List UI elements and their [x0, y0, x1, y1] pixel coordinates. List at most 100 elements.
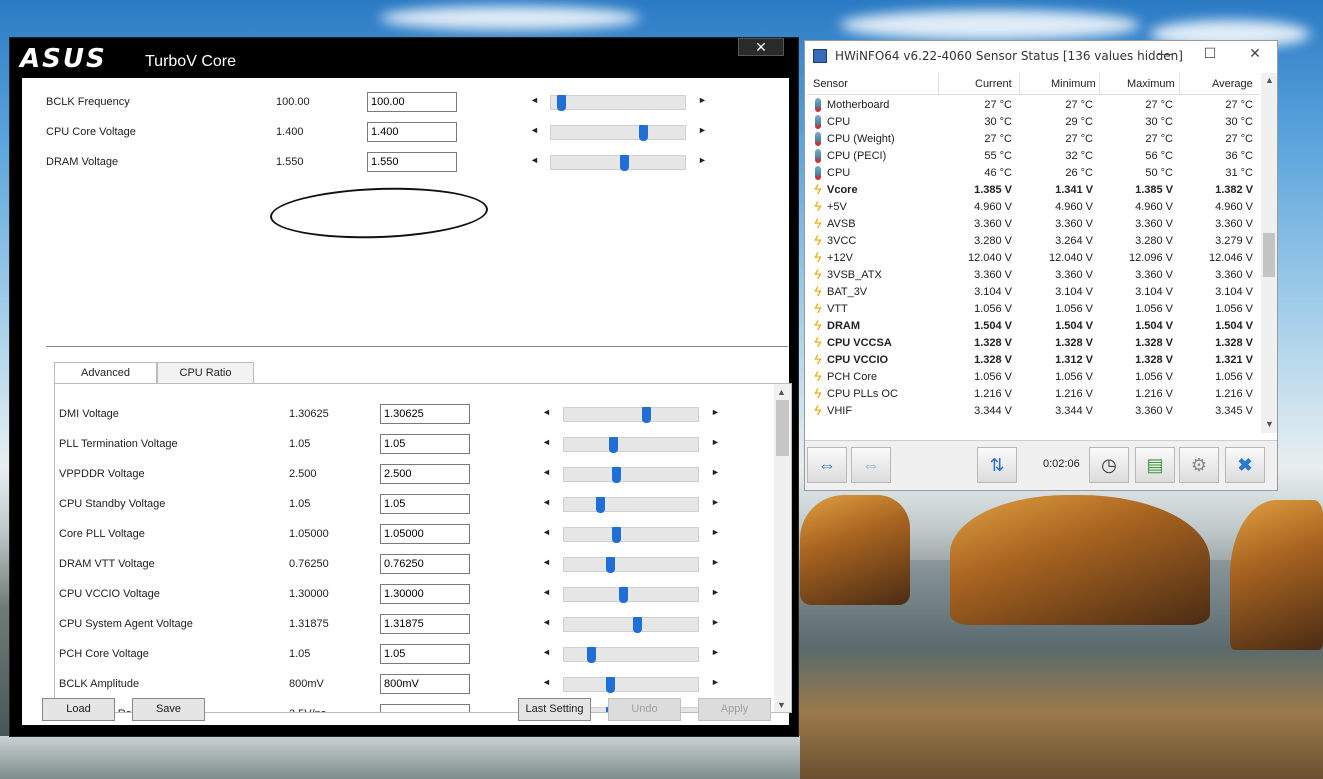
slider-thumb[interactable] [606, 557, 615, 573]
sensor-row[interactable]: CPU (Weight) 27 °C 27 °C 27 °C 27 °C [807, 131, 1260, 148]
decrease-arrow-icon[interactable]: ◄ [542, 497, 551, 507]
voltage-input[interactable] [380, 434, 470, 454]
expand-arrows-button[interactable]: ⇔ [807, 447, 847, 483]
scrollbar-thumb[interactable] [776, 400, 789, 456]
voltage-input[interactable] [380, 674, 470, 694]
increase-arrow-icon[interactable]: ► [711, 587, 720, 597]
decrease-arrow-icon[interactable]: ◄ [542, 527, 551, 537]
slider-thumb[interactable] [619, 587, 628, 603]
slider-thumb[interactable] [633, 617, 642, 633]
increase-arrow-icon[interactable]: ► [711, 497, 720, 507]
voltage-input[interactable] [367, 122, 457, 142]
increase-arrow-icon[interactable]: ► [711, 557, 720, 567]
increase-arrow-icon[interactable]: ► [711, 677, 720, 687]
decrease-arrow-icon[interactable]: ◄ [542, 677, 551, 687]
voltage-input[interactable] [380, 614, 470, 634]
sensor-row[interactable]: ϟ AVSB 3.360 V 3.360 V 3.360 V 3.360 V [807, 216, 1260, 233]
sensor-row[interactable]: ϟ +5V 4.960 V 4.960 V 4.960 V 4.960 V [807, 199, 1260, 216]
minimize-button[interactable]: — [1150, 45, 1180, 61]
column-separator[interactable] [1099, 73, 1100, 95]
sensor-row[interactable]: ϟ Vcore 1.385 V 1.341 V 1.385 V 1.382 V [807, 182, 1260, 199]
column-header-maximum[interactable]: Maximum [1127, 78, 1175, 90]
voltage-input[interactable] [367, 152, 457, 172]
voltage-input[interactable] [380, 704, 470, 712]
decrease-arrow-icon[interactable]: ◄ [542, 647, 551, 657]
sensor-row[interactable]: CPU 46 °C 26 °C 50 °C 31 °C [807, 165, 1260, 182]
slider-thumb[interactable] [609, 437, 618, 453]
increase-arrow-icon[interactable]: ► [711, 527, 720, 537]
report-button[interactable]: ▤ [1135, 447, 1175, 483]
decrease-arrow-icon[interactable]: ◄ [542, 557, 551, 567]
sensor-row[interactable]: Motherboard 27 °C 27 °C 27 °C 27 °C [807, 97, 1260, 114]
voltage-slider[interactable] [563, 647, 699, 663]
voltage-slider[interactable] [550, 155, 686, 171]
network-button[interactable]: ⇅ [977, 447, 1017, 483]
settings-button[interactable]: ⚙ [1179, 447, 1219, 483]
voltage-slider[interactable] [563, 497, 699, 513]
undo-button[interactable]: Undo [608, 698, 681, 721]
scroll-down-icon[interactable]: ▼ [1265, 419, 1274, 429]
save-button[interactable]: Save [132, 698, 205, 721]
decrease-arrow-icon[interactable]: ◄ [530, 95, 539, 105]
sensor-row[interactable]: ϟ +12V 12.040 V 12.040 V 12.096 V 12.046 V [807, 250, 1260, 267]
slider-thumb[interactable] [639, 125, 648, 141]
slider-thumb[interactable] [642, 407, 651, 423]
voltage-input[interactable] [367, 92, 457, 112]
sensor-row[interactable]: ϟ CPU VCCSA 1.328 V 1.328 V 1.328 V 1.328 V [807, 335, 1260, 352]
voltage-slider[interactable] [563, 677, 699, 693]
voltage-slider[interactable] [563, 557, 699, 573]
sensor-row[interactable]: CPU 30 °C 29 °C 30 °C 30 °C [807, 114, 1260, 131]
turbov-titlebar[interactable]: ASUS TurboV Core ✕ [10, 38, 798, 78]
column-header-minimum[interactable]: Minimum [1051, 78, 1096, 90]
increase-arrow-icon[interactable]: ► [711, 407, 720, 417]
voltage-slider[interactable] [550, 95, 686, 111]
slider-thumb[interactable] [620, 155, 629, 171]
voltage-slider[interactable] [563, 437, 699, 453]
column-header-average[interactable]: Average [1212, 78, 1253, 90]
decrease-arrow-icon[interactable]: ◄ [542, 407, 551, 417]
close-button[interactable]: ✕ [738, 38, 784, 56]
scroll-up-icon[interactable]: ▲ [1265, 75, 1274, 85]
increase-arrow-icon[interactable]: ► [711, 467, 720, 477]
sensor-row[interactable]: ϟ DRAM 1.504 V 1.504 V 1.504 V 1.504 V [807, 318, 1260, 335]
decrease-arrow-icon[interactable]: ◄ [530, 125, 539, 135]
apply-button[interactable]: Apply [698, 698, 771, 721]
increase-arrow-icon[interactable]: ► [698, 95, 707, 105]
increase-arrow-icon[interactable]: ► [711, 617, 720, 627]
clock-button[interactable]: ◷ [1089, 447, 1129, 483]
decrease-arrow-icon[interactable]: ◄ [542, 617, 551, 627]
sensor-row[interactable]: ϟ 3VCC 3.280 V 3.264 V 3.280 V 3.279 V [807, 233, 1260, 250]
column-separator[interactable] [938, 73, 939, 95]
sensor-row[interactable]: ϟ 3VSB_ATX 3.360 V 3.360 V 3.360 V 3.360 V [807, 267, 1260, 284]
sensor-row[interactable]: ϟ BAT_3V 3.104 V 3.104 V 3.104 V 3.104 V [807, 284, 1260, 301]
sensor-row[interactable]: ϟ PCH Core 1.056 V 1.056 V 1.056 V 1.056 V [807, 369, 1260, 386]
column-header-sensor[interactable]: Sensor [813, 78, 848, 90]
voltage-input[interactable] [380, 644, 470, 664]
close-sensors-button[interactable]: ✖ [1225, 447, 1265, 483]
sensor-row[interactable]: ϟ VTT 1.056 V 1.056 V 1.056 V 1.056 V [807, 301, 1260, 318]
tab-cpu-ratio[interactable]: CPU Ratio [157, 362, 254, 384]
increase-arrow-icon[interactable]: ► [698, 125, 707, 135]
slider-thumb[interactable] [596, 497, 605, 513]
voltage-input[interactable] [380, 524, 470, 544]
scroll-down-icon[interactable]: ▼ [777, 700, 786, 710]
increase-arrow-icon[interactable]: ► [698, 155, 707, 165]
decrease-arrow-icon[interactable]: ◄ [542, 587, 551, 597]
voltage-slider[interactable] [563, 587, 699, 603]
sensor-row[interactable]: CPU (PECI) 55 °C 32 °C 56 °C 36 °C [807, 148, 1260, 165]
increase-arrow-icon[interactable]: ► [711, 647, 720, 657]
sensor-row[interactable]: ϟ CPU VCCIO 1.328 V 1.312 V 1.328 V 1.321 V [807, 352, 1260, 369]
column-separator[interactable] [1179, 73, 1180, 95]
decrease-arrow-icon[interactable]: ◄ [542, 467, 551, 477]
voltage-slider[interactable] [563, 467, 699, 483]
scrollbar-thumb[interactable] [1263, 233, 1275, 277]
voltage-slider[interactable] [563, 527, 699, 543]
sensor-row[interactable]: ϟ CPU PLLs OC 1.216 V 1.216 V 1.216 V 1.216 V [807, 386, 1260, 403]
voltage-slider[interactable] [563, 617, 699, 633]
voltage-input[interactable] [380, 584, 470, 604]
sensor-row[interactable]: ϟ VHIF 3.344 V 3.344 V 3.360 V 3.345 V [807, 403, 1260, 420]
collapse-arrows-button[interactable]: ⇔ [851, 447, 891, 483]
slider-thumb[interactable] [612, 527, 621, 543]
last-setting-button[interactable]: Last Setting [518, 698, 591, 721]
slider-thumb[interactable] [606, 677, 615, 693]
